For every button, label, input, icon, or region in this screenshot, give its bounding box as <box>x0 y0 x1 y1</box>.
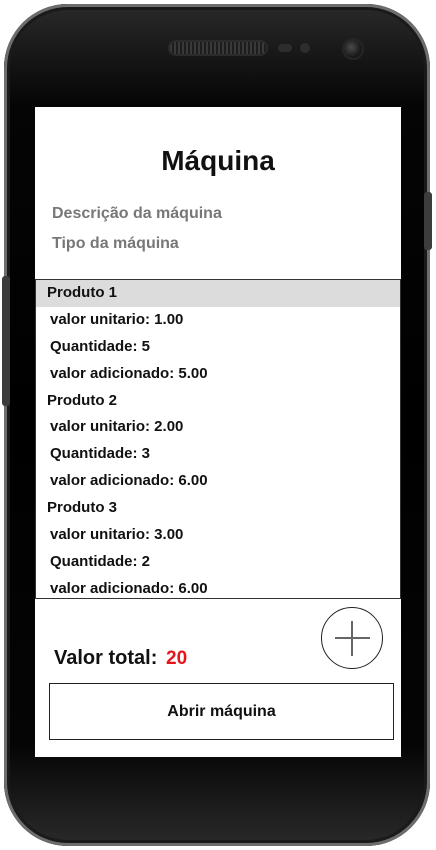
product-unit-value: valor unitario: 1.00 <box>50 310 184 328</box>
product-list[interactable]: Produto 1 valor unitario: 1.00 Quantidad… <box>35 279 401 599</box>
total-label: Valor total: <box>54 647 158 669</box>
product-unit-value: valor unitario: 3.00 <box>50 526 184 544</box>
product-added-value: valor adicionado: 6.00 <box>50 579 208 597</box>
product-header[interactable]: Produto 3 <box>36 495 400 522</box>
light-sensor <box>300 43 310 53</box>
app-screen: Máquina Descrição da máquina Tipo da máq… <box>35 107 401 757</box>
product-added-value: valor adicionado: 5.00 <box>50 364 208 382</box>
product-quantity: Quantidade: 2 <box>50 552 151 570</box>
volume-button <box>2 276 10 406</box>
total-value: 20 <box>166 648 188 669</box>
open-machine-button[interactable]: Abrir máquina <box>49 683 394 740</box>
product-unit-value: valor unitario: 2.00 <box>50 418 184 436</box>
product-added-value: valor adicionado: 6.00 <box>50 472 208 490</box>
machine-description-field[interactable]: Descrição da máquina <box>52 205 222 223</box>
add-product-button[interactable] <box>321 607 383 669</box>
product-quantity: Quantidade: 3 <box>50 445 151 463</box>
machine-type-field[interactable]: Tipo da máquina <box>52 235 179 253</box>
product-quantity: Quantidade: 5 <box>50 337 151 355</box>
earpiece-speaker <box>170 42 266 54</box>
product-header[interactable]: Produto 1 <box>36 280 400 307</box>
power-button <box>424 192 432 250</box>
page-title: Máquina <box>161 145 275 176</box>
proximity-sensor <box>278 44 292 52</box>
plus-icon <box>351 621 353 656</box>
product-header[interactable]: Produto 2 <box>36 388 400 415</box>
front-camera-icon <box>344 40 362 58</box>
